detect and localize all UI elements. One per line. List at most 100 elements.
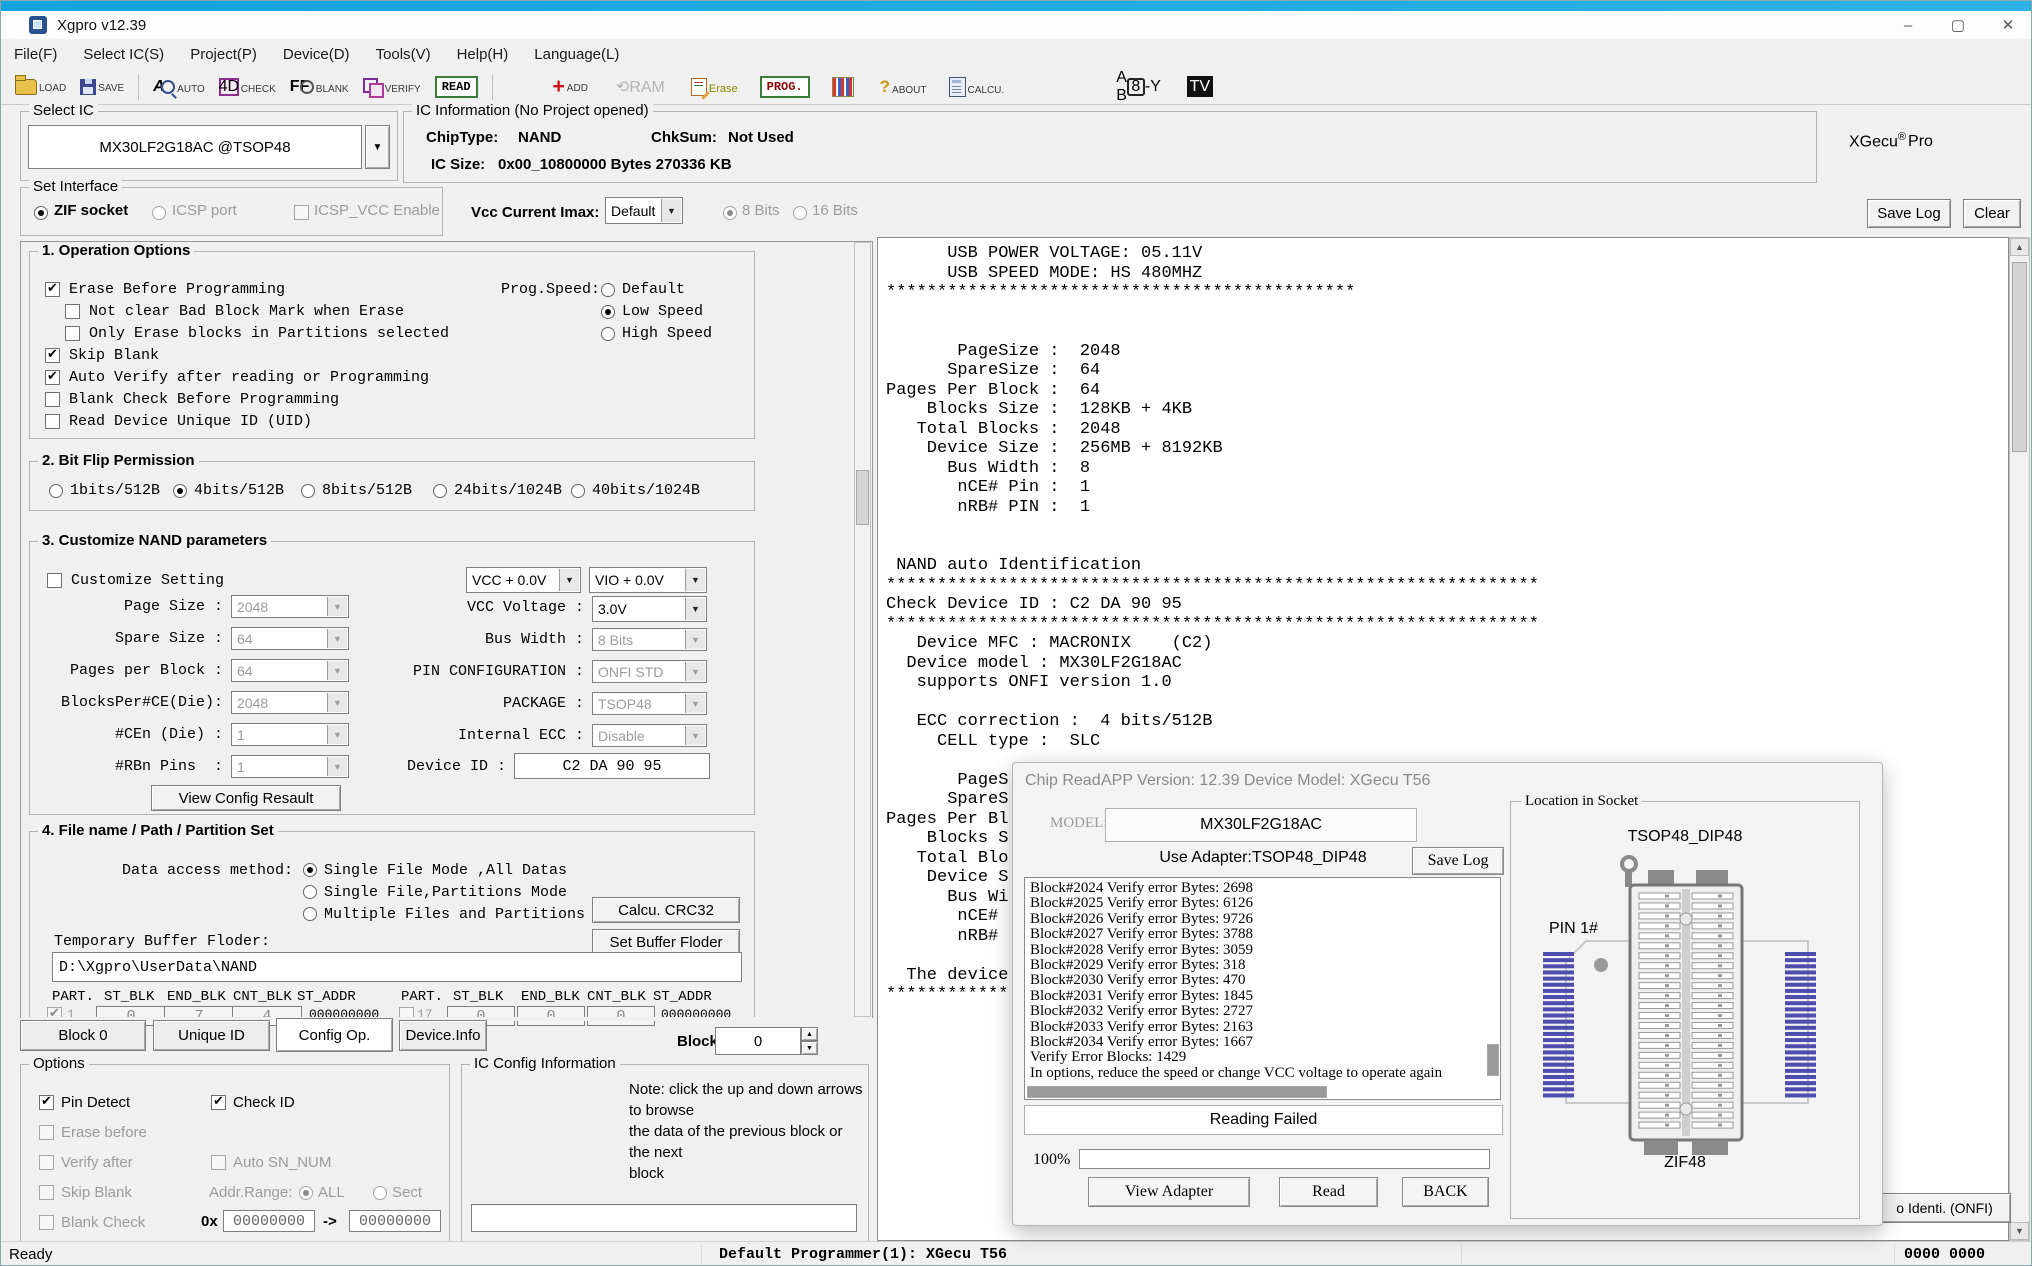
save-log-button[interactable]: Save Log [1867, 199, 1951, 228]
blocks-per-ce-combo[interactable]: 2048▼ [231, 691, 349, 714]
load-button[interactable]: LOAD [15, 79, 66, 95]
chip-icon-button[interactable] [832, 77, 854, 97]
prog-button[interactable]: PROG. [760, 76, 810, 98]
pages-per-block-combo[interactable]: 64▼ [231, 659, 349, 682]
menu-file[interactable]: File(F) [1, 42, 70, 67]
scroll-up-icon[interactable]: ▲ [2010, 238, 2029, 256]
addr-sect-radio[interactable] [373, 1186, 387, 1200]
check-button[interactable]: 4D CHECK [219, 78, 276, 96]
logic-converter-button[interactable]: AB 8 -Y [1116, 69, 1161, 105]
block-spin-up-button[interactable]: ▲ [801, 1027, 818, 1041]
bits16-radio[interactable] [793, 206, 807, 220]
addr-from-field[interactable]: 00000000 [223, 1210, 315, 1232]
about-button[interactable]: ? ABOUT [880, 77, 927, 97]
bits8-radio[interactable] [723, 206, 737, 220]
view-adapter-button[interactable]: View Adapter [1088, 1177, 1250, 1207]
multiple-files-radio[interactable] [303, 907, 317, 921]
tab-config-op[interactable]: Config Op. [276, 1018, 393, 1052]
clear-button[interactable]: Clear [1963, 199, 2021, 228]
partition17-cntblk-field[interactable]: 0 [587, 1006, 655, 1026]
icsp-port-radio[interactable] [152, 206, 166, 220]
verify-button[interactable]: VERIFY [363, 78, 421, 96]
chevron-down-icon[interactable]: ▼ [661, 199, 681, 222]
pin-detect-checkbox[interactable] [39, 1095, 54, 1110]
save-button[interactable]: SAVE [80, 79, 124, 95]
speed-low-radio[interactable] [601, 305, 615, 319]
console-scrollbar[interactable]: ▲ ▼ [2009, 237, 2030, 1241]
rbn-pins-combo[interactable]: 1▼ [231, 755, 349, 778]
menu-tools[interactable]: Tools(V) [363, 42, 444, 67]
auto-verify-checkbox[interactable] [45, 370, 60, 385]
skip-blank-checkbox[interactable] [45, 348, 60, 363]
verify-after-checkbox[interactable] [39, 1155, 54, 1170]
bitflip-24bits-radio[interactable] [433, 484, 447, 498]
auto-sn-checkbox[interactable] [211, 1155, 226, 1170]
close-button[interactable]: ✕ [1983, 12, 2032, 38]
read-button[interactable]: READ [435, 76, 478, 98]
menu-language[interactable]: Language(L) [521, 42, 632, 67]
tv-button[interactable]: TV [1187, 76, 1213, 97]
bitflip-8bits-radio[interactable] [301, 484, 315, 498]
speed-default-radio[interactable] [601, 283, 615, 297]
temp-buffer-folder-field[interactable]: D:\Xgpro\UserData\NAND [52, 952, 742, 982]
console-scrollbar-thumb[interactable] [2012, 262, 2027, 452]
addr-all-radio[interactable] [299, 1186, 313, 1200]
panel-scrollbar-thumb[interactable] [856, 470, 869, 525]
calcu-crc32-button[interactable]: Calcu. CRC32 [592, 897, 740, 923]
tab-device-info[interactable]: Device.Info [399, 1020, 487, 1051]
selected-ic-value[interactable]: MX30LF2G18AC @TSOP48 [28, 125, 362, 169]
menu-select-ic[interactable]: Select IC(S) [70, 42, 177, 67]
blank-button[interactable]: FF BLANK [290, 78, 349, 96]
spare-size-combo[interactable]: 64▼ [231, 627, 349, 650]
page-size-combo[interactable]: 2048▼ [231, 595, 349, 618]
maximize-button[interactable]: ▢ [1933, 12, 1983, 38]
single-file-all-radio[interactable] [303, 863, 317, 877]
vio-offset-combo[interactable]: VIO + 0.0V▼ [589, 567, 707, 593]
calcu-button[interactable]: CALCU. [949, 77, 1005, 97]
menu-help[interactable]: Help(H) [444, 42, 522, 67]
tab-unique-id[interactable]: Unique ID [153, 1020, 270, 1051]
bitflip-1bits-radio[interactable] [49, 484, 63, 498]
skip-blank-option-checkbox[interactable] [39, 1185, 54, 1200]
auto-button[interactable]: A AUTO [153, 78, 205, 96]
pin-configuration-combo[interactable]: ONFI STD▼ [592, 660, 707, 683]
addr-to-field[interactable]: 00000000 [349, 1210, 441, 1232]
menu-project[interactable]: Project(P) [177, 42, 270, 67]
dialog-read-button[interactable]: Read [1279, 1177, 1378, 1207]
block-spinner-value[interactable]: 0 [715, 1027, 801, 1055]
zif-socket-radio[interactable] [34, 206, 48, 220]
single-file-partitions-radio[interactable] [303, 885, 317, 899]
only-erase-partitions-checkbox[interactable] [65, 326, 80, 341]
add-button[interactable]: + ADD [553, 79, 588, 95]
package-combo[interactable]: TSOP48▼ [592, 692, 707, 715]
view-config-result-button[interactable]: View Config Resault [151, 785, 341, 811]
blank-check-before-checkbox[interactable] [45, 392, 60, 407]
erase-button[interactable]: Erase [691, 78, 738, 96]
verify-error-list[interactable]: Block#2024 Verify error Bytes: 2698 Bloc… [1024, 877, 1501, 1100]
not-clear-bad-block-checkbox[interactable] [65, 304, 80, 319]
partition17-endblk-field[interactable]: 0 [517, 1006, 585, 1026]
erase-before-programming-checkbox[interactable] [45, 282, 60, 297]
dialog-back-button[interactable]: BACK [1402, 1177, 1489, 1207]
check-id-checkbox[interactable] [211, 1095, 226, 1110]
read-uid-checkbox[interactable] [45, 414, 60, 429]
tab-block0[interactable]: Block 0 [20, 1020, 146, 1051]
bitflip-40bits-radio[interactable] [571, 484, 585, 498]
scroll-down-icon[interactable]: ▼ [2010, 1222, 2029, 1240]
dialog-save-log-button[interactable]: Save Log [1412, 847, 1504, 875]
vcc-voltage-combo[interactable]: 3.0V▼ [592, 596, 707, 622]
menu-device[interactable]: Device(D) [270, 42, 363, 67]
device-id-field[interactable]: C2 DA 90 95 [514, 753, 710, 779]
select-ic-dropdown-button[interactable]: ▼ [365, 125, 390, 169]
minimize-button[interactable]: – [1883, 12, 1933, 38]
customize-setting-checkbox[interactable] [47, 573, 62, 588]
list-vscroll-thumb[interactable] [1487, 1044, 1499, 1076]
identi-onfi-button[interactable]: o Identi. (ONFI) [1878, 1193, 2011, 1223]
panel-scrollbar[interactable] [854, 242, 871, 1017]
erase-before-checkbox[interactable] [39, 1125, 54, 1140]
blank-check-option-checkbox[interactable] [39, 1215, 54, 1230]
list-hscroll-thumb[interactable] [1027, 1086, 1327, 1098]
icsp-vcc-checkbox[interactable] [294, 205, 309, 220]
block-spin-down-button[interactable]: ▼ [801, 1041, 818, 1055]
vcc-imax-combo[interactable]: Default▼ [605, 197, 683, 224]
